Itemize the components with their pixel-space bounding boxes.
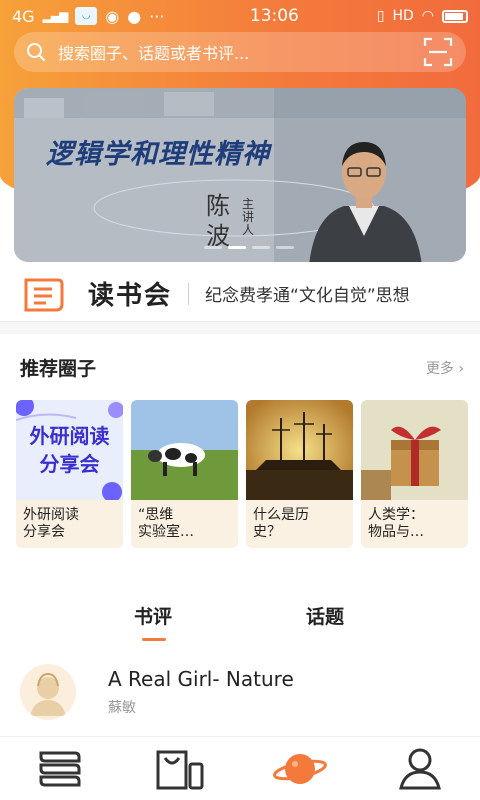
circle-card-label: 什么是历 史？ xyxy=(253,507,309,540)
review-author: 蘇敏 xyxy=(108,700,136,716)
status-bar: 4G ▂▄▆ ◡ ◉ ● ··· 13:06 ▯ HD ◠ xyxy=(0,0,480,32)
banner-carousel[interactable]: 逻辑学和理性精神 陈 波 主讲人 xyxy=(14,88,466,262)
avatar[interactable] xyxy=(20,664,76,720)
content-tabs: 书评 话题 xyxy=(0,602,480,642)
wechat-icon: ◉ xyxy=(105,6,120,26)
more-link[interactable]: 更多 › xyxy=(426,358,464,378)
profile-icon xyxy=(399,748,441,789)
tab-topic[interactable]: 话题 xyxy=(306,602,344,629)
circle-card[interactable]: 人类学： 物品与… xyxy=(361,400,468,548)
battery-icon xyxy=(442,9,468,23)
nav-bookshelf[interactable] xyxy=(30,741,90,797)
circle-cover-image xyxy=(131,400,238,500)
message-icon: ● xyxy=(127,6,142,26)
wifi-icon: ◠ xyxy=(421,8,434,24)
search-input[interactable]: 搜索圈子、话题或者书评... xyxy=(58,40,422,64)
bookshelf-icon xyxy=(39,751,81,786)
section-title: 推荐圈子 xyxy=(20,358,97,380)
status-time: 13:06 xyxy=(249,6,299,26)
section-divider xyxy=(0,322,480,334)
network-label: 4G xyxy=(12,6,35,26)
bookclub-headline[interactable]: 纪念费孝通“文化自觉”思想 xyxy=(205,281,410,306)
recommended-list: 外研阅读 分享会 外研阅读 分享会 “思维 实验室… 什么是历 史？ 人类学： … xyxy=(16,400,468,548)
scan-icon[interactable] xyxy=(422,36,454,68)
recommended-header: 推荐圈子 更多 › xyxy=(20,354,464,381)
hd-label: HD xyxy=(392,8,414,24)
circle-card-label: “思维 实验室… xyxy=(138,507,194,540)
divider xyxy=(188,282,190,305)
speaker-photo xyxy=(309,142,422,262)
tab-review[interactable]: 书评 xyxy=(134,602,172,629)
circle-card-label: 人类学： 物品与… xyxy=(368,507,424,540)
circle-cover-image: 外研阅读 分享会 xyxy=(16,400,123,500)
cover-text: 外研阅读 xyxy=(29,424,110,448)
circle-cover-image xyxy=(361,400,468,500)
circle-card-label: 外研阅读 分享会 xyxy=(23,507,79,540)
nav-discover[interactable] xyxy=(270,741,330,797)
review-title: A Real Girl- Nature xyxy=(108,667,294,691)
carousel-dot[interactable] xyxy=(276,246,294,249)
search-bar[interactable]: 搜索圈子、话题或者书评... xyxy=(14,32,466,72)
banner-speaker-role: 主讲人 xyxy=(242,197,255,237)
review-item[interactable]: A Real Girl- Nature 蘇敏 xyxy=(20,662,460,722)
vibrate-icon: ▯ xyxy=(376,8,385,24)
active-tab-indicator xyxy=(142,638,166,641)
planet-icon xyxy=(273,753,327,784)
circle-cover-image xyxy=(246,400,353,500)
cover-text: 分享会 xyxy=(39,452,100,476)
carousel-dot[interactable] xyxy=(252,246,270,249)
app-notification-icon: ◡ xyxy=(75,7,98,25)
bottom-nav xyxy=(0,736,480,800)
bookclub-logo-icon xyxy=(24,278,64,311)
carousel-dot[interactable] xyxy=(228,246,246,249)
nav-shop[interactable] xyxy=(150,741,210,797)
circle-card[interactable]: 什么是历 史？ xyxy=(246,400,353,548)
more-dots-icon: ··· xyxy=(149,6,165,26)
carousel-indicator xyxy=(204,246,294,249)
circle-card[interactable]: “思维 实验室… xyxy=(131,400,238,548)
bookclub-bar[interactable]: 读书会 纪念费孝通“文化自觉”思想 xyxy=(0,266,480,322)
nav-profile[interactable] xyxy=(390,741,450,797)
bookclub-title: 读书会 xyxy=(88,281,173,311)
circle-card[interactable]: 外研阅读 分享会 外研阅读 分享会 xyxy=(16,400,123,548)
signal-icon: ▂▄▆ xyxy=(42,9,69,23)
carousel-dot[interactable] xyxy=(204,246,222,249)
shop-icon xyxy=(156,750,204,789)
search-icon xyxy=(27,43,45,61)
banner-title: 逻辑学和理性精神 xyxy=(46,139,270,170)
